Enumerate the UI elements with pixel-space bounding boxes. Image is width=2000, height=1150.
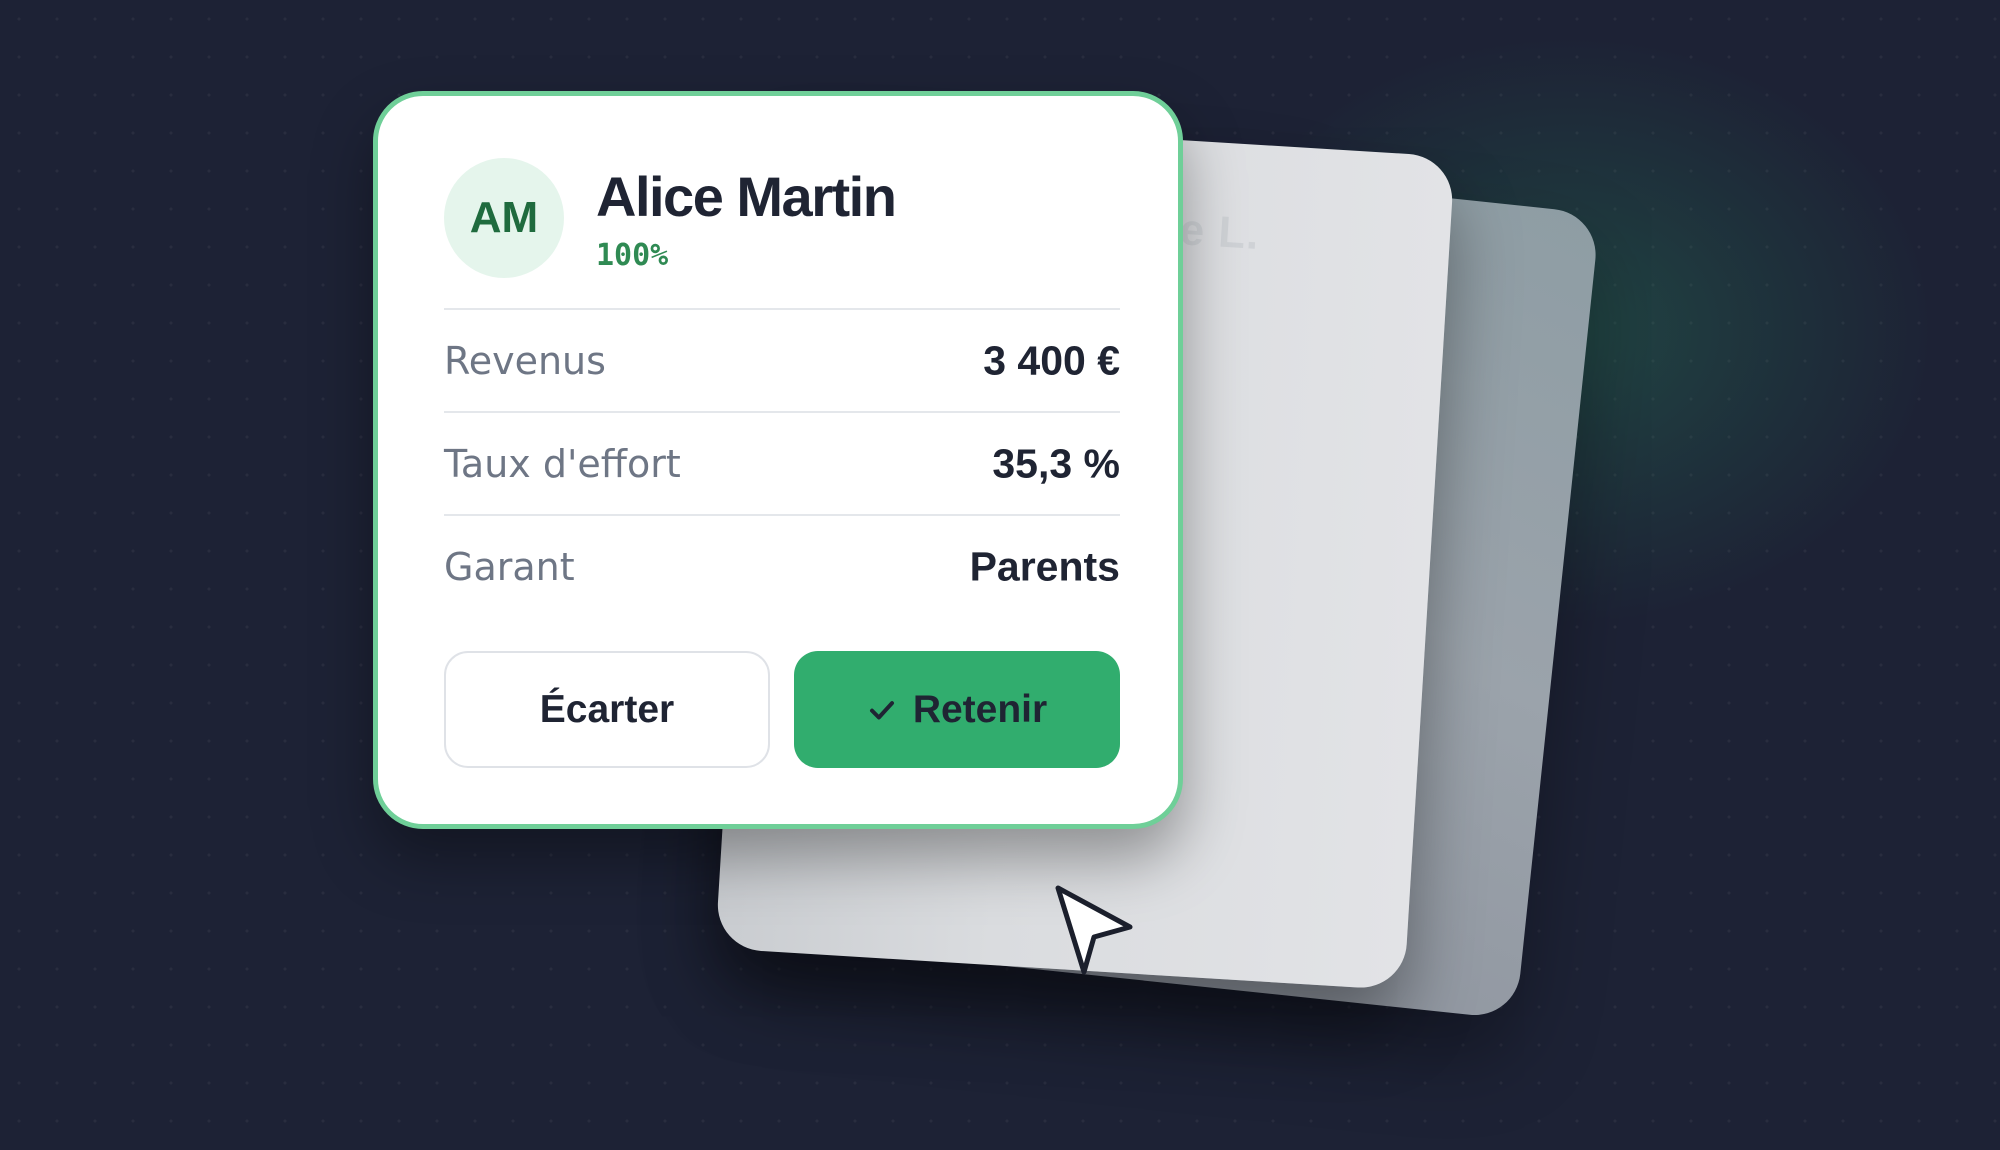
action-buttons: Écarter Retenir	[444, 651, 1120, 768]
avatar: AM	[444, 158, 564, 278]
detail-row-revenus: Revenus 3 400 €	[444, 308, 1120, 411]
detail-label: Revenus	[444, 338, 606, 383]
detail-row-taux-effort: Taux d'effort 35,3 %	[444, 411, 1120, 514]
applicant-name: Alice Martin	[596, 165, 897, 228]
accept-button-label: Retenir	[912, 687, 1048, 731]
applicant-score: 100%	[596, 238, 669, 273]
detail-value: Parents	[969, 543, 1120, 589]
reject-button-label: Écarter	[539, 687, 675, 731]
detail-row-garant: Garant Parents	[444, 514, 1120, 617]
applicant-header: AM Alice Martin 100%	[444, 158, 1120, 278]
background-card-ghost-text: e L.	[1178, 205, 1262, 260]
detail-value: 35,3 %	[992, 440, 1120, 486]
check-icon	[869, 700, 894, 719]
detail-label: Taux d'effort	[444, 441, 681, 486]
mouse-pointer-icon	[1055, 885, 1133, 975]
detail-value: 3 400 €	[983, 337, 1120, 383]
accept-button[interactable]: Retenir	[794, 651, 1120, 768]
detail-label: Garant	[444, 544, 575, 589]
reject-button[interactable]: Écarter	[444, 651, 770, 768]
details-list: Revenus 3 400 € Taux d'effort 35,3 % Gar…	[444, 308, 1120, 617]
applicant-card: AM Alice Martin 100% Revenus 3 400 € Tau…	[373, 91, 1183, 829]
